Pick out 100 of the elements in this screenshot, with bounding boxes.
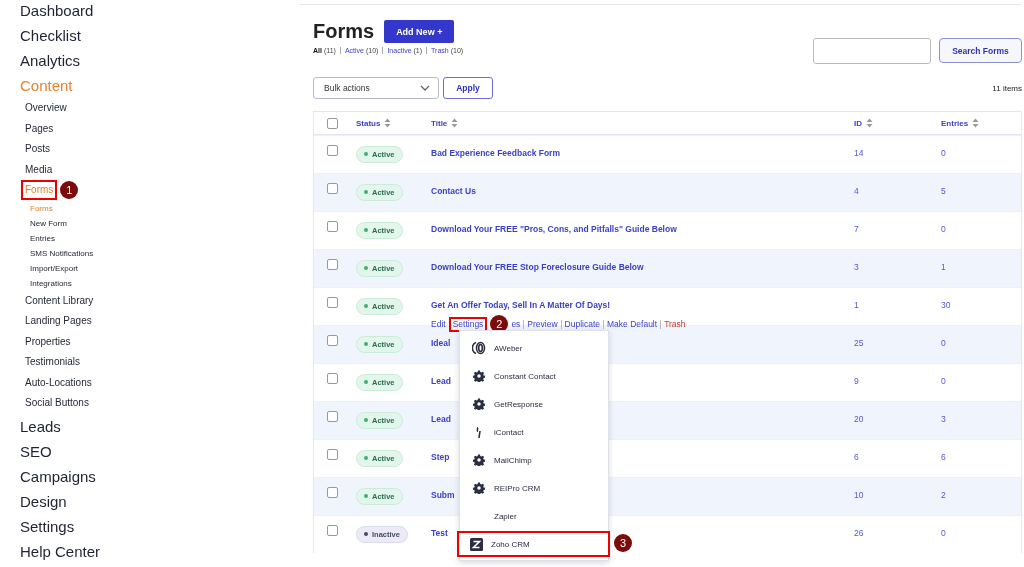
table-cell: 3 (854, 262, 859, 272)
row-checkbox[interactable] (327, 373, 338, 384)
sidebar-subitem[interactable]: Posts (21, 139, 54, 160)
gear-icon (473, 454, 485, 466)
integration-menu-item[interactable]: Zoho CRM (457, 531, 610, 557)
sidebar-subitem[interactable]: Landing Pages (21, 311, 96, 332)
sidebar-item[interactable]: Leads (20, 413, 61, 439)
sort-icon[interactable] (384, 118, 392, 128)
form-title-link[interactable]: Contact Us (431, 186, 476, 196)
items-count: 11 items (992, 83, 1022, 93)
table-cell: 0 (941, 376, 946, 386)
table-cell: 6 (854, 452, 859, 462)
sidebar-subitem[interactable]: Import/Export (30, 260, 78, 276)
sidebar-subitem[interactable]: Testimonials (21, 352, 85, 373)
row-checkbox[interactable] (327, 297, 338, 308)
sidebar-subitem[interactable]: Auto-Locations (21, 372, 96, 393)
sidebar-subitem[interactable]: Integrations (30, 275, 72, 291)
form-title-link[interactable]: Lead (431, 376, 451, 386)
column-header[interactable]: Status (356, 118, 381, 128)
sidebar-item[interactable]: SEO (20, 438, 52, 464)
sidebar-item[interactable]: Checklist (20, 23, 81, 48)
sort-icon[interactable] (972, 118, 980, 128)
form-title-link[interactable]: Bad Experience Feedback Form (431, 148, 560, 158)
row-checkbox[interactable] (327, 487, 338, 498)
apply-button[interactable]: Apply (443, 77, 493, 99)
table-cell: 3 (941, 414, 946, 424)
select-all-checkbox[interactable] (327, 117, 338, 129)
integration-menu-item[interactable]: Constant Contact (460, 363, 608, 389)
form-title-link[interactable]: Lead (431, 414, 451, 424)
table-cell: 0 (941, 224, 946, 234)
row-checkbox[interactable] (327, 259, 338, 270)
row-checkbox[interactable] (327, 145, 338, 156)
sidebar-item[interactable]: Analytics (20, 48, 81, 73)
row-checkbox[interactable] (327, 525, 338, 536)
squiggle-icon (475, 425, 483, 439)
row-checkbox[interactable] (327, 449, 338, 460)
table-cell: 0 (941, 528, 946, 538)
chevron-down-icon (420, 85, 430, 91)
form-title-link[interactable]: Ideal (431, 338, 451, 348)
table-cell: 20 (854, 414, 864, 424)
search-field[interactable] (813, 38, 931, 64)
zoho-square-icon (469, 537, 483, 551)
table-cell: 25 (854, 338, 864, 348)
table-cell: 26 (854, 528, 864, 538)
row-checkbox[interactable] (327, 411, 338, 422)
integration-menu-item[interactable]: GetResponse (460, 391, 608, 417)
sort-icon[interactable] (451, 118, 459, 128)
table-cell: 2 (941, 490, 946, 500)
sidebar-subitem[interactable]: Social Buttons (21, 393, 93, 414)
step-marker: 1 (60, 181, 79, 200)
sidebar-subitem[interactable]: New Form (30, 215, 67, 231)
table-cell: 10 (854, 490, 864, 500)
column-header[interactable]: ID (854, 118, 862, 128)
form-title-link[interactable]: Get An Offer Today, Sell In A Matter Of Days! (431, 300, 611, 310)
add-new-button[interactable]: Add New + (384, 20, 455, 43)
integration-menu-item[interactable]: Zapier (460, 503, 608, 529)
sidebar-item[interactable]: Design (20, 488, 67, 514)
sidebar-subitem[interactable]: Entries (30, 230, 55, 246)
table-cell: 5 (941, 186, 946, 196)
page-title: Forms (313, 20, 375, 43)
row-checkbox[interactable] (327, 183, 338, 194)
sidebar-item[interactable]: Campaigns (20, 463, 96, 489)
table-cell: 0 (941, 148, 946, 158)
table-cell: 1 (941, 262, 946, 272)
form-title-link[interactable]: Test (431, 528, 448, 538)
sidebar-subitem[interactable]: SMS Notifications (30, 245, 94, 261)
sidebar-subitem[interactable]: Pages (21, 118, 58, 139)
row-action-link[interactable]: es (511, 319, 521, 329)
form-title-link[interactable]: Subm (431, 490, 455, 500)
sidebar-subitem[interactable]: Overview (21, 98, 71, 119)
row-checkbox[interactable] (327, 221, 338, 232)
integration-menu-item[interactable]: REIPro CRM (460, 475, 608, 501)
column-header[interactable]: Title (431, 118, 448, 128)
sidebar-subitem[interactable]: Content Library (21, 290, 98, 311)
form-title-link[interactable]: Download Your FREE Stop Foreclosure Guide Below (431, 262, 644, 272)
integration-menu-item[interactable]: MailChimp (460, 447, 608, 473)
table-cell: 1 (854, 300, 859, 310)
concentric-arcs-icon (472, 341, 486, 355)
row-action-link[interactable]: Edit (431, 319, 446, 329)
gear-icon (473, 370, 485, 382)
sidebar-item[interactable]: Settings (20, 513, 75, 539)
table-cell: 7 (854, 224, 859, 234)
sidebar-subitem[interactable]: Media (21, 159, 57, 180)
integration-menu-item[interactable]: AWeber (460, 335, 608, 361)
sidebar-subitem[interactable]: Properties (21, 331, 75, 352)
form-title-link[interactable]: Step (431, 452, 450, 462)
table-cell: 9 (854, 376, 859, 386)
column-header[interactable]: Entries (941, 118, 969, 128)
search-button[interactable]: Search Forms (939, 38, 1022, 63)
gear-icon (473, 482, 485, 494)
form-title-link[interactable]: Download Your FREE "Pros, Cons, and Pitfalls" Guide Below (431, 224, 677, 234)
table-cell: 14 (854, 148, 864, 158)
bulk-actions-dropdown[interactable]: Bulk actions (313, 77, 439, 99)
sidebar-item[interactable]: Help Center (20, 538, 101, 564)
table-cell: 6 (941, 452, 946, 462)
integration-menu-item[interactable]: iContact (460, 419, 608, 445)
sidebar-item[interactable]: Dashboard (20, 0, 94, 23)
table-cell: 0 (941, 338, 946, 348)
row-checkbox[interactable] (327, 335, 338, 346)
sort-icon[interactable] (866, 118, 873, 128)
